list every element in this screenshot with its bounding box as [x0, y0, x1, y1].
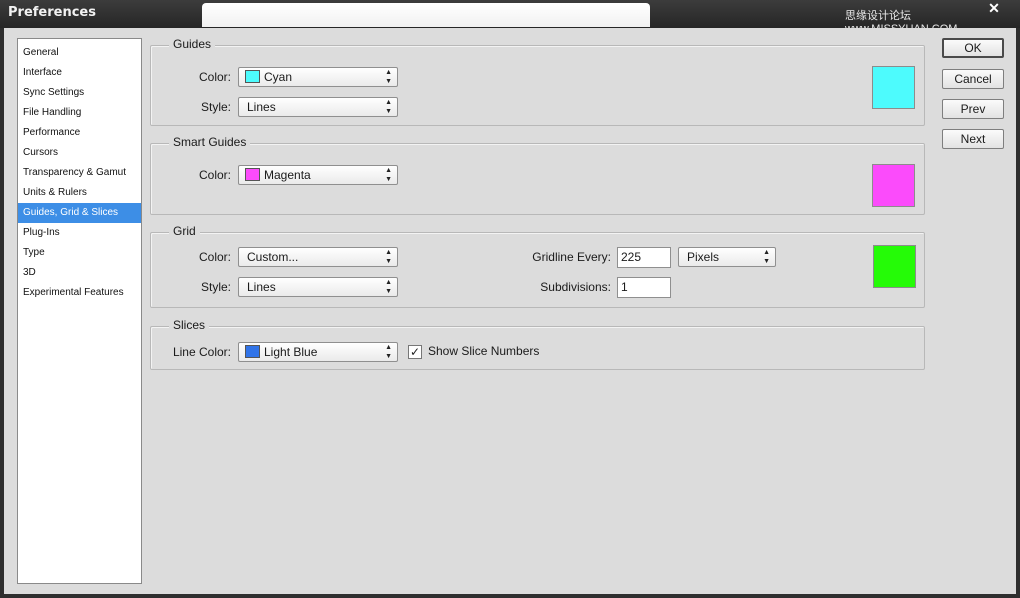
sidebar-item[interactable]: Type — [18, 243, 141, 263]
sidebar-item[interactable]: Cursors — [18, 143, 141, 163]
smart-guides-title: Smart Guides — [169, 135, 251, 149]
sidebar-item[interactable]: Interface — [18, 63, 141, 83]
chevron-updown-icon: ▲ ▼ — [385, 279, 392, 295]
show-slice-numbers-checkbox[interactable]: ✓ — [408, 345, 422, 359]
cancel-button[interactable]: Cancel — [942, 69, 1004, 89]
ok-button[interactable]: OK — [942, 38, 1004, 58]
grid-color-swatch[interactable] — [873, 245, 916, 288]
grid-color-dropdown[interactable]: Custom... ▲ ▼ — [238, 247, 398, 267]
subdivisions-input[interactable]: 1 — [617, 277, 671, 298]
grid-color-value: Custom... — [247, 250, 299, 264]
guides-group: Guides Color: Cyan ▲ ▼ Style: Lines ▲ ▼ — [150, 37, 925, 126]
grid-title: Grid — [169, 224, 200, 238]
chevron-updown-icon: ▲ ▼ — [385, 69, 392, 85]
smart-guides-color-value: Magenta — [264, 168, 311, 182]
slices-group: Slices Line Color: Light Blue ▲ ▼ ✓ Show … — [150, 318, 925, 370]
chevron-updown-icon: ▲ ▼ — [385, 99, 392, 115]
title-bar-glare — [202, 3, 650, 27]
sidebar-item[interactable]: Sync Settings — [18, 83, 141, 103]
sidebar-item[interactable]: Units & Rulers — [18, 183, 141, 203]
category-list[interactable]: General Interface Sync Settings File Handli… — [17, 38, 142, 584]
slices-line-color-label: Line Color: — [172, 345, 231, 359]
guides-color-label: Color: — [198, 70, 231, 84]
dialog-body: General Interface Sync Settings File Handli… — [4, 28, 1016, 594]
sidebar-item[interactable]: 3D — [18, 263, 141, 283]
sidebar-item[interactable]: Transparency & Gamut — [18, 163, 141, 183]
chevron-updown-icon: ▲ ▼ — [385, 344, 392, 360]
gridline-every-input[interactable]: 225 — [617, 247, 671, 268]
guides-style-value: Lines — [247, 100, 276, 114]
gridline-unit-dropdown[interactable]: Pixels ▲ ▼ — [678, 247, 776, 267]
grid-color-label: Color: — [198, 250, 231, 264]
guides-color-value: Cyan — [264, 70, 293, 84]
guides-color-dropdown[interactable]: Cyan ▲ ▼ — [238, 67, 398, 87]
smart-guides-color-dropdown[interactable]: Magenta ▲ ▼ — [238, 165, 398, 185]
smart-guides-color-swatch-mini — [245, 168, 260, 182]
gridline-every-label: Gridline Every: — [532, 250, 611, 264]
chevron-updown-icon: ▲ ▼ — [385, 249, 392, 265]
next-button[interactable]: Next — [942, 129, 1004, 149]
grid-group: Grid Color: Custom... ▲ ▼ Style: Lines ▲ ▼… — [150, 224, 925, 308]
slices-title: Slices — [169, 318, 210, 332]
sidebar-item[interactable]: General — [18, 43, 141, 63]
grid-style-dropdown[interactable]: Lines ▲ ▼ — [238, 277, 398, 297]
preferences-window: Preferences 思缘设计论坛 www.MISSYUAN.COM ✕ Ge… — [0, 0, 1020, 598]
show-slice-numbers-label[interactable]: Show Slice Numbers — [428, 344, 539, 358]
sidebar-item[interactable]: Guides, Grid & Slices — [18, 203, 141, 223]
subdivisions-label: Subdivisions: — [540, 280, 611, 294]
smart-guides-group: Smart Guides Color: Magenta ▲ ▼ — [150, 135, 925, 215]
sidebar-item[interactable]: Experimental Features — [18, 283, 141, 303]
sidebar-item[interactable]: File Handling — [18, 103, 141, 123]
title-bar[interactable]: Preferences 思缘设计论坛 www.MISSYUAN.COM ✕ — [0, 0, 1020, 35]
chevron-updown-icon: ▲ ▼ — [385, 167, 392, 183]
guides-color-swatch[interactable] — [872, 66, 915, 109]
guides-style-label: Style: — [200, 100, 231, 114]
window-title: Preferences — [8, 5, 96, 20]
grid-style-label: Style: — [200, 280, 231, 294]
gridline-unit-value: Pixels — [687, 250, 720, 264]
smart-guides-color-label: Color: — [198, 168, 231, 182]
slices-line-color-dropdown[interactable]: Light Blue ▲ ▼ — [238, 342, 398, 362]
sidebar-item[interactable]: Performance — [18, 123, 141, 143]
prev-button[interactable]: Prev — [942, 99, 1004, 119]
close-icon[interactable]: ✕ — [985, 0, 1003, 16]
grid-style-value: Lines — [247, 280, 276, 294]
sidebar-item[interactable]: Plug-Ins — [18, 223, 141, 243]
slices-color-swatch-mini — [245, 345, 260, 359]
guides-title: Guides — [169, 37, 216, 51]
smart-guides-color-swatch[interactable] — [872, 164, 915, 207]
chevron-updown-icon: ▲ ▼ — [763, 249, 770, 265]
guides-color-swatch-mini — [245, 70, 260, 84]
guides-style-dropdown[interactable]: Lines ▲ ▼ — [238, 97, 398, 117]
slices-line-color-value: Light Blue — [264, 345, 318, 359]
